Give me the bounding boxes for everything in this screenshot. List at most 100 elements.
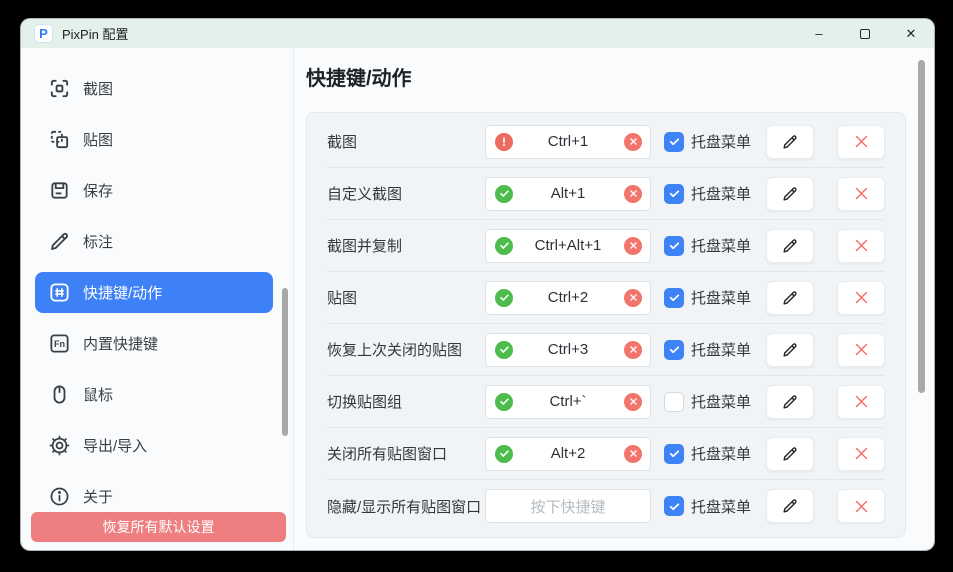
pencil-icon — [781, 445, 799, 463]
window-controls: – ✕ — [796, 19, 934, 48]
hotkey-row: 截图 ! Ctrl+1 托盘菜单 — [327, 116, 885, 168]
close-button[interactable]: ✕ — [888, 19, 934, 48]
hotkey-input[interactable]: ! Ctrl+1 — [485, 125, 651, 159]
tray-menu-option: 托盘菜单 — [664, 339, 756, 360]
tray-menu-checkbox[interactable] — [664, 236, 684, 256]
sidebar-item-about[interactable]: 关于 — [35, 476, 273, 517]
delete-x-icon — [853, 133, 870, 150]
clear-hotkey-icon[interactable] — [624, 185, 642, 203]
clear-hotkey-icon[interactable] — [624, 289, 642, 307]
clear-hotkey-icon[interactable] — [624, 237, 642, 255]
tray-menu-checkbox[interactable] — [664, 132, 684, 152]
tray-menu-checkbox[interactable] — [664, 444, 684, 464]
delete-hotkey-button[interactable] — [837, 489, 885, 523]
edit-hotkey-button[interactable] — [766, 385, 814, 419]
minimize-button[interactable]: – — [796, 19, 842, 48]
maximize-button[interactable] — [842, 19, 888, 48]
pencil-icon — [781, 133, 799, 151]
delete-hotkey-button[interactable] — [837, 281, 885, 315]
action-label: 贴图 — [327, 287, 485, 308]
hotkey-status-icon: ! — [495, 133, 513, 151]
action-label: 关闭所有贴图窗口 — [327, 443, 485, 464]
clear-hotkey-icon[interactable] — [624, 341, 642, 359]
delete-hotkey-button[interactable] — [837, 333, 885, 367]
edit-hotkey-button[interactable] — [766, 333, 814, 367]
delete-x-icon — [853, 289, 870, 306]
tray-menu-checkbox[interactable] — [664, 288, 684, 308]
tray-menu-option: 托盘菜单 — [664, 183, 756, 204]
tray-menu-label: 托盘菜单 — [691, 496, 751, 517]
main-area: 快捷键/动作 截图 ! Ctrl+1 托盘菜单 自定义截图 — [294, 48, 934, 550]
tray-menu-checkbox[interactable] — [664, 496, 684, 516]
edit-hotkey-button[interactable] — [766, 229, 814, 263]
edit-hotkey-button[interactable] — [766, 281, 814, 315]
sidebar-item-export-import[interactable]: 导出/导入 — [35, 425, 273, 466]
action-label: 隐藏/显示所有贴图窗口 — [327, 496, 485, 517]
sidebar-scrollbar-thumb[interactable] — [282, 288, 288, 436]
action-label: 切换贴图组 — [327, 391, 485, 412]
edit-hotkey-button[interactable] — [766, 437, 814, 471]
hotkey-value: Ctrl+1 — [548, 133, 588, 150]
sidebar-item-mouse[interactable]: 鼠标 — [35, 374, 273, 415]
window-title: PixPin 配置 — [62, 24, 128, 43]
tray-menu-label: 托盘菜单 — [691, 183, 751, 204]
edit-hotkey-button[interactable] — [766, 177, 814, 211]
info-icon — [48, 485, 71, 508]
tray-menu-option: 托盘菜单 — [664, 131, 756, 152]
hotkey-input[interactable]: 按下快捷键 — [485, 489, 651, 523]
action-label: 截图并复制 — [327, 235, 485, 256]
sidebar-item-builtin-hotkeys[interactable]: Fn 内置快捷键 — [35, 323, 273, 364]
delete-hotkey-button[interactable] — [837, 385, 885, 419]
pencil-icon — [781, 185, 799, 203]
sidebar-item-screenshot[interactable]: 截图 — [35, 68, 273, 109]
hotkey-input[interactable]: Alt+2 — [485, 437, 651, 471]
delete-x-icon — [853, 498, 870, 515]
hotkey-input[interactable]: Alt+1 — [485, 177, 651, 211]
delete-hotkey-button[interactable] — [837, 125, 885, 159]
pin-image-icon — [48, 128, 71, 151]
hotkey-value: Ctrl+2 — [548, 289, 588, 306]
pencil-icon — [781, 289, 799, 307]
clear-hotkey-icon[interactable] — [624, 445, 642, 463]
hotkey-value: Ctrl+3 — [548, 341, 588, 358]
pencil-icon — [781, 341, 799, 359]
hotkey-status-icon — [495, 289, 513, 307]
clear-hotkey-icon[interactable] — [624, 133, 642, 151]
hotkey-input[interactable]: Ctrl+` — [485, 385, 651, 419]
hotkeys-panel: 截图 ! Ctrl+1 托盘菜单 自定义截图 Al — [306, 112, 906, 538]
hotkey-input[interactable]: Ctrl+2 — [485, 281, 651, 315]
hotkey-input[interactable]: Ctrl+Alt+1 — [485, 229, 651, 263]
sidebar-item-pin-image[interactable]: 贴图 — [35, 119, 273, 160]
window-content: 截图 贴图 保存 标注 快捷键/动作 Fn 内置快捷键 鼠标 导出/导入 关于 … — [21, 48, 934, 550]
tray-menu-label: 托盘菜单 — [691, 443, 751, 464]
delete-hotkey-button[interactable] — [837, 437, 885, 471]
main-scrollbar-thumb[interactable] — [918, 60, 925, 393]
titlebar: P PixPin 配置 – ✕ — [21, 19, 934, 48]
edit-hotkey-button[interactable] — [766, 489, 814, 523]
hotkey-row: 恢复上次关闭的贴图 Ctrl+3 托盘菜单 — [327, 324, 885, 376]
sidebar-item-hotkeys-actions[interactable]: 快捷键/动作 — [35, 272, 273, 313]
hotkey-input[interactable]: Ctrl+3 — [485, 333, 651, 367]
clear-hotkey-icon[interactable] — [624, 393, 642, 411]
delete-hotkey-button[interactable] — [837, 177, 885, 211]
sidebar-items: 截图 贴图 保存 标注 快捷键/动作 Fn 内置快捷键 鼠标 导出/导入 关于 — [21, 68, 293, 517]
hotkey-row: 隐藏/显示所有贴图窗口 按下快捷键 托盘菜单 — [327, 480, 885, 532]
tray-menu-checkbox[interactable] — [664, 184, 684, 204]
tray-menu-checkbox[interactable] — [664, 340, 684, 360]
hotkey-status-icon — [495, 393, 513, 411]
reset-defaults-button[interactable]: 恢复所有默认设置 — [31, 512, 286, 542]
hotkey-status-icon — [495, 237, 513, 255]
tray-menu-label: 托盘菜单 — [691, 131, 751, 152]
delete-hotkey-button[interactable] — [837, 229, 885, 263]
edit-hotkey-button[interactable] — [766, 125, 814, 159]
tray-menu-option: 托盘菜单 — [664, 287, 756, 308]
tray-menu-checkbox[interactable] — [664, 392, 684, 412]
save-icon — [48, 179, 71, 202]
sidebar-item-save[interactable]: 保存 — [35, 170, 273, 211]
tray-menu-option: 托盘菜单 — [664, 496, 756, 517]
tray-menu-option: 托盘菜单 — [664, 235, 756, 256]
sidebar-item-annotate[interactable]: 标注 — [35, 221, 273, 262]
gear-icon — [48, 434, 71, 457]
pencil-icon — [781, 237, 799, 255]
hotkey-value: Ctrl+` — [549, 393, 586, 410]
